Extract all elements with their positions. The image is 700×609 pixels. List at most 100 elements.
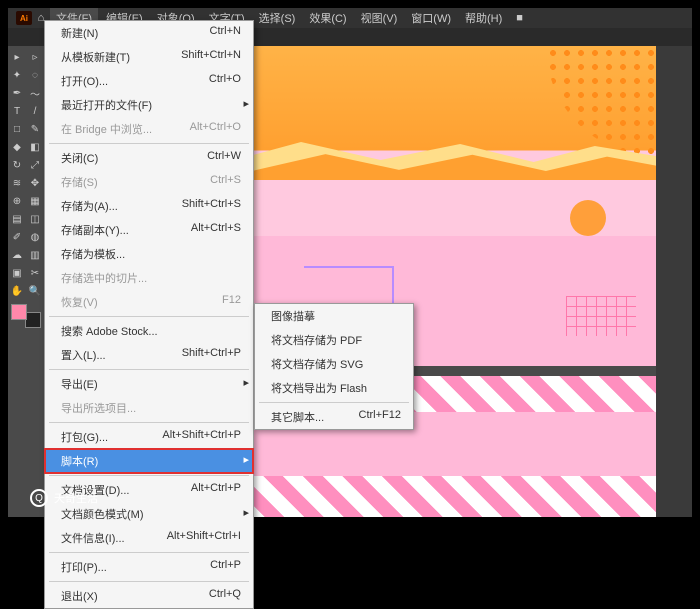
tool-direct[interactable]: ▹: [26, 48, 44, 66]
tool-pen[interactable]: ✒: [8, 84, 26, 102]
tool-curvature[interactable]: 〜: [26, 84, 44, 102]
menu-item[interactable]: 最近打开的文件(F)▸: [45, 93, 253, 117]
watermark-text: 天奇生活: [54, 490, 98, 506]
submenu-item[interactable]: 图像描摹: [255, 304, 413, 328]
menu-item-shortcut: F12: [222, 294, 241, 310]
tool-artboard[interactable]: ▣: [8, 264, 26, 282]
tool-selection[interactable]: ▸: [8, 48, 26, 66]
menu-item[interactable]: 新建(N) Ctrl+N: [45, 21, 253, 45]
tool-mesh[interactable]: ▤: [8, 210, 26, 228]
menu-7[interactable]: 窗口(W): [405, 8, 457, 28]
menu-5[interactable]: 效果(C): [303, 8, 352, 28]
tool-rotate[interactable]: ↻: [8, 156, 26, 174]
submenu-item-label: 将文档导出为 Flash: [271, 380, 367, 396]
menu-item[interactable]: 搜索 Adobe Stock...: [45, 319, 253, 343]
menu-item-label: 存储副本(Y)...: [61, 222, 129, 238]
tool-zoom[interactable]: 🔍: [26, 282, 44, 300]
menu-item[interactable]: 从模板新建(T)Shift+Ctrl+N: [45, 45, 253, 69]
menu-item[interactable]: 打开(O)... Ctrl+O: [45, 69, 253, 93]
menu-item-label: 存储(S): [61, 174, 98, 190]
tool-free[interactable]: ✥: [26, 174, 44, 192]
menu-item[interactable]: 存储为(A)... Shift+Ctrl+S: [45, 194, 253, 218]
tool-symbol[interactable]: ☁: [8, 246, 26, 264]
tool-rect[interactable]: □: [8, 120, 26, 138]
watermark-logo-icon: Q: [30, 489, 48, 507]
menu-item-shortcut: Ctrl+O: [209, 73, 241, 89]
menu-item-label: 在 Bridge 中浏览...: [61, 121, 152, 137]
tool-brush[interactable]: ✎: [26, 120, 44, 138]
menu-item-shortcut: Alt+Ctrl+P: [191, 482, 241, 498]
submenu-item-label: 其它脚本...: [271, 409, 324, 425]
submenu-item-shortcut: Ctrl+F12: [359, 409, 402, 425]
menu-item-label: 存储为(A)...: [61, 198, 118, 214]
menu-item: 恢复(V)F12: [45, 290, 253, 314]
tool-eyedropper[interactable]: ✐: [8, 228, 26, 246]
submenu-item[interactable]: 将文档导出为 Flash: [255, 376, 413, 400]
tool-hand[interactable]: ✋: [8, 282, 26, 300]
menu-item-label: 打开(O)...: [61, 73, 108, 89]
menu-item[interactable]: 导出(E) ▸: [45, 372, 253, 396]
separator: [259, 402, 409, 403]
menu-item-label: 导出所选项目...: [61, 400, 136, 416]
menu-item-label: 新建(N): [61, 25, 98, 41]
submenu-item[interactable]: 将文档存储为 SVG: [255, 352, 413, 376]
menu-item-label: 脚本(R): [61, 453, 98, 469]
color-swatch[interactable]: [11, 304, 41, 328]
tool-lasso[interactable]: ◌: [26, 66, 44, 84]
submenu-item[interactable]: 其它脚本... Ctrl+F12: [255, 405, 413, 429]
tool-slice[interactable]: ✂: [26, 264, 44, 282]
separator: [49, 369, 249, 370]
menu-item[interactable]: 脚本(R) ▸: [45, 449, 253, 473]
menu-item-shortcut: Ctrl+W: [207, 150, 241, 166]
tool-type[interactable]: T: [8, 102, 26, 120]
menu-item-shortcut: Alt+Ctrl+S: [191, 222, 241, 238]
watermark: Q 天奇生活: [30, 489, 98, 507]
separator: [49, 475, 249, 476]
menu-4[interactable]: 选择(S): [253, 8, 302, 28]
menu-item-label: 从模板新建(T): [61, 49, 130, 65]
tool-scale[interactable]: ⤢: [26, 156, 44, 174]
menu-item[interactable]: 存储为模板...: [45, 242, 253, 266]
tool-line[interactable]: /: [26, 102, 44, 120]
menu-item[interactable]: 文件信息(I)...Alt+Shift+Ctrl+I: [45, 526, 253, 550]
tool-width[interactable]: ≋: [8, 174, 26, 192]
tool-blend[interactable]: ◍: [26, 228, 44, 246]
submenu-item-label: 将文档存储为 PDF: [271, 332, 362, 348]
submenu-item[interactable]: 将文档存储为 PDF: [255, 328, 413, 352]
submenu-arrow-icon: ▸: [243, 453, 249, 466]
menu-item-label: 最近打开的文件(F): [61, 97, 152, 113]
tool-shaper[interactable]: ◆: [8, 138, 26, 156]
submenu-item-label: 将文档存储为 SVG: [271, 356, 363, 372]
menu-item-shortcut: Alt+Shift+Ctrl+I: [167, 530, 241, 546]
menu-item-label: 关闭(C): [61, 150, 98, 166]
tool-gradient[interactable]: ◫: [26, 210, 44, 228]
menu-8[interactable]: 帮助(H): [459, 8, 508, 28]
menu-item-shortcut: Ctrl+Q: [209, 588, 241, 604]
menu-item[interactable]: 存储副本(Y)... Alt+Ctrl+S: [45, 218, 253, 242]
scripts-submenu: 图像描摹将文档存储为 PDF 将文档存储为 SVG 将文档导出为 Flash 其它脚本…: [254, 303, 414, 430]
menu-item-shortcut: Ctrl+P: [210, 559, 241, 575]
circle-orange: [570, 200, 606, 236]
tool-eraser[interactable]: ◧: [26, 138, 44, 156]
menu-item-shortcut: Alt+Shift+Ctrl+P: [162, 429, 241, 445]
menu-item[interactable]: 置入(L)...Shift+Ctrl+P: [45, 343, 253, 367]
menu-item-label: 存储选中的切片...: [61, 270, 147, 286]
menu-item-shortcut: Ctrl+N: [210, 25, 241, 41]
separator: [49, 581, 249, 582]
grid-pattern: [566, 296, 636, 336]
menu-item: 在 Bridge 中浏览...Alt+Ctrl+O: [45, 117, 253, 141]
menu-6[interactable]: 视图(V): [355, 8, 404, 28]
menu-extra[interactable]: ■: [510, 10, 529, 26]
menu-item[interactable]: 打包(G)...Alt+Shift+Ctrl+P: [45, 425, 253, 449]
menu-item[interactable]: 关闭(C) Ctrl+W: [45, 146, 253, 170]
menu-item-shortcut: Shift+Ctrl+S: [182, 198, 241, 214]
tool-graph[interactable]: ▥: [26, 246, 44, 264]
tool-wand[interactable]: ✦: [8, 66, 26, 84]
menu-item-label: 搜索 Adobe Stock...: [61, 323, 158, 339]
menu-item-label: 导出(E): [61, 376, 98, 392]
tool-perspective[interactable]: ▦: [26, 192, 44, 210]
tool-shape-builder[interactable]: ⊕: [8, 192, 26, 210]
submenu-arrow-icon: ▸: [243, 376, 249, 389]
menu-item[interactable]: 打印(P)...Ctrl+P: [45, 555, 253, 579]
menu-item[interactable]: 退出(X)Ctrl+Q: [45, 584, 253, 608]
